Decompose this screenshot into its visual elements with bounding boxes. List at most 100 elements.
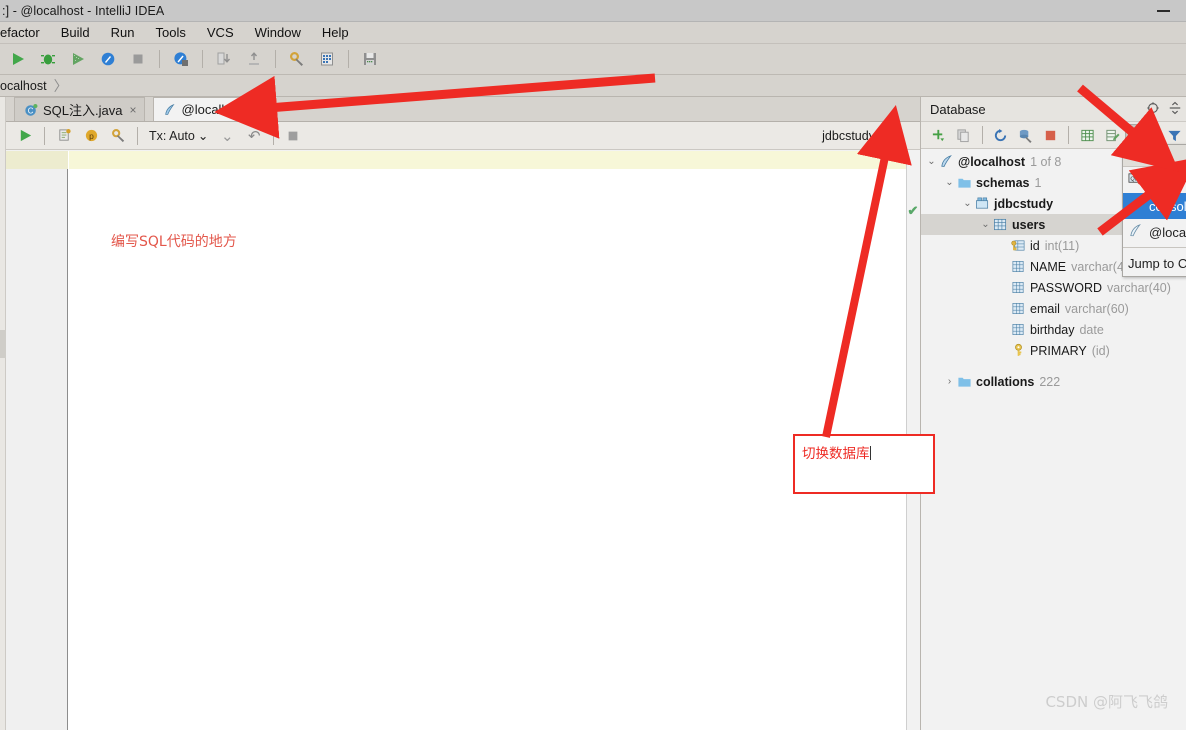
menu-item-build[interactable]: Build: [61, 25, 90, 40]
toolbar-separator: [137, 126, 138, 145]
duplicate-button[interactable]: [952, 124, 976, 147]
parameters-button[interactable]: p: [78, 124, 104, 148]
menu-item-vcs[interactable]: VCS: [207, 25, 234, 40]
session-settings-button[interactable]: [105, 124, 131, 148]
profile-button[interactable]: [94, 46, 122, 72]
svg-text:QL: QL: [1133, 133, 1142, 140]
editor-body[interactable]: 编写SQL代码的地方 ✔: [6, 151, 920, 730]
chevron-down-icon[interactable]: ⌄: [979, 219, 992, 230]
chevron-down-icon[interactable]: ⌄: [925, 156, 938, 167]
context-menu-header: Co: [1123, 145, 1186, 167]
run-script-file-button[interactable]: [51, 124, 77, 148]
commit-button[interactable]: [240, 46, 268, 72]
editor-tab-label: @localhost: [181, 102, 247, 117]
save-all-button[interactable]: [356, 46, 384, 72]
datasource-icon: [1128, 223, 1143, 241]
toolbar-separator: [1068, 126, 1070, 144]
tree-node-label: users: [1012, 217, 1046, 232]
menu-item-run[interactable]: Run: [111, 25, 135, 40]
stop-button[interactable]: [1039, 124, 1063, 147]
minimize-button[interactable]: [1140, 0, 1186, 22]
modify-table-button[interactable]: [1100, 124, 1124, 147]
run-with-coverage-button[interactable]: [64, 46, 92, 72]
commit-dropdown-button[interactable]: ⌄: [214, 124, 240, 148]
update-project-button[interactable]: [210, 46, 238, 72]
toolbar-separator: [273, 126, 275, 145]
context-menu-item-localhost[interactable]: @local: [1123, 219, 1186, 245]
column-icon: [1010, 301, 1026, 317]
tree-node-column-email[interactable]: email varchar(60): [921, 298, 1186, 319]
tree-node-label: id: [1030, 238, 1040, 253]
refresh-button[interactable]: [989, 124, 1013, 147]
menu-item-help[interactable]: Help: [322, 25, 349, 40]
menu-item-tools[interactable]: Tools: [156, 25, 186, 40]
editor-tab-localhost[interactable]: @localhost ×: [152, 97, 269, 121]
tree-node-meta: (id): [1091, 343, 1110, 358]
tree-node-meta: date: [1079, 322, 1104, 337]
chevron-down-icon[interactable]: ⌄: [943, 177, 956, 188]
database-panel-header: Database: [921, 97, 1186, 122]
chevron-down-icon[interactable]: ⌄: [961, 198, 974, 209]
workspace: C SQL注入.java × @localhost × p Tx: Auto ⌄…: [0, 97, 1186, 730]
editor-gutter[interactable]: [6, 151, 68, 730]
context-menu-item-label: New c: [1149, 172, 1186, 188]
attach-profiler-button[interactable]: [167, 46, 195, 72]
context-menu-item-console[interactable]: consol: [1123, 193, 1186, 219]
transaction-mode-label: Tx: Auto: [149, 128, 195, 143]
rollback-button[interactable]: ↶: [241, 124, 267, 148]
chevron-right-icon[interactable]: ›: [943, 376, 956, 387]
watermark: CSDN @阿飞飞鸽: [1045, 693, 1168, 711]
tree-node-label: @localhost: [958, 154, 1026, 169]
execute-button[interactable]: [12, 124, 38, 148]
database-selector[interactable]: jdbcstudy ▾: [816, 122, 892, 150]
tree-node-label: NAME: [1030, 259, 1067, 274]
java-class-icon: C: [24, 103, 38, 117]
editor-tab-label: SQL注入.java: [43, 103, 123, 118]
data-editor-button[interactable]: [1075, 124, 1099, 147]
database-tools-button[interactable]: [1014, 124, 1038, 147]
sql-console-icon: QL: [1128, 171, 1143, 189]
database-selector-value: jdbcstudy: [822, 129, 875, 143]
breadcrumb-item-localhost[interactable]: ocalhost: [0, 79, 47, 93]
editor-tab-bar: C SQL注入.java × @localhost ×: [6, 97, 920, 122]
run-button[interactable]: [4, 46, 32, 72]
context-menu-item-label: consol: [1149, 198, 1186, 214]
tree-node-label: jdbcstudy: [994, 196, 1054, 211]
main-toolbar: [0, 44, 1186, 75]
tree-node-meta: 1 of 8: [1030, 154, 1062, 169]
context-menu-item-jump-to-console[interactable]: Jump to C: [1123, 250, 1186, 276]
debug-button[interactable]: [34, 46, 62, 72]
menu-item-window[interactable]: Window: [255, 25, 301, 40]
chevron-down-icon: ⌄: [221, 127, 234, 145]
close-icon[interactable]: ×: [129, 103, 136, 117]
stop-button[interactable]: [124, 46, 152, 72]
database-panel-title: Database: [930, 101, 986, 117]
context-menu-separator: [1123, 247, 1186, 248]
tree-node-label: collations: [976, 374, 1035, 389]
tree-node-collations[interactable]: › collations 222: [921, 371, 1186, 392]
context-menu-item-new-console[interactable]: QL New c: [1123, 167, 1186, 193]
menu-bar: efactor Build Run Tools VCS Window Help: [0, 22, 1186, 44]
add-datasource-button[interactable]: [927, 124, 951, 147]
inspection-status-icon[interactable]: ✔: [906, 203, 920, 219]
hide-panel-icon[interactable]: [1168, 101, 1182, 118]
tree-node-column-password[interactable]: PASSWORD varchar(40): [921, 277, 1186, 298]
stop-query-button[interactable]: [280, 124, 306, 148]
context-menu[interactable]: Co QL New c consol @local Jump to C: [1122, 144, 1186, 277]
close-icon[interactable]: ×: [253, 103, 260, 117]
collapse-all-icon[interactable]: [1146, 101, 1160, 118]
tree-node-label: birthday: [1030, 322, 1075, 337]
datasource-icon: [163, 103, 177, 117]
editor-tab-sql-injection-java[interactable]: C SQL注入.java ×: [14, 97, 145, 121]
menu-item-refactor[interactable]: efactor: [0, 25, 40, 40]
table-icon: [992, 217, 1008, 233]
project-structure-button[interactable]: [313, 46, 341, 72]
schema-icon: [974, 196, 990, 212]
tree-node-column-birthday[interactable]: birthday date: [921, 319, 1186, 340]
transaction-mode-selector[interactable]: Tx: Auto ⌄: [144, 128, 213, 144]
folder-icon: [956, 175, 972, 191]
tree-node-primary-key[interactable]: PRIMARY (id): [921, 340, 1186, 361]
title-bar: :] - @localhost - IntelliJ IDEA: [0, 0, 1186, 22]
settings-button[interactable]: [283, 46, 311, 72]
code-area[interactable]: 编写SQL代码的地方: [69, 151, 906, 730]
